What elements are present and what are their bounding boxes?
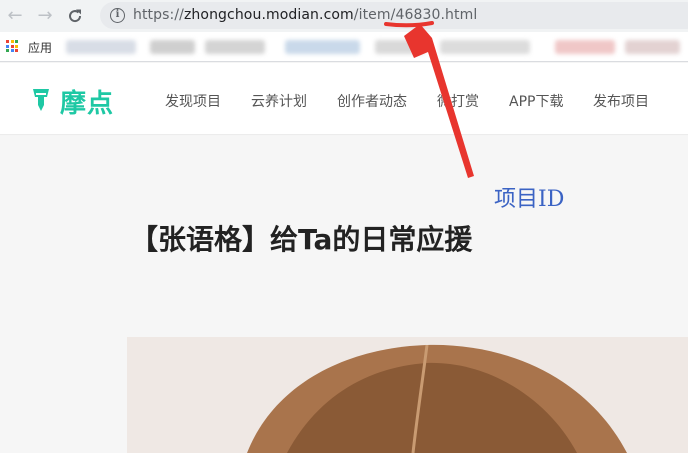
- project-title: 【张语格】给Ta的日常应援: [130, 223, 473, 256]
- modian-logo-icon[interactable]: [30, 85, 52, 113]
- nav-cloud-plan[interactable]: 云养计划: [251, 91, 307, 111]
- browser-window: ← → i https://zhongchou.modian.com/item/…: [0, 0, 688, 453]
- blurred-bookmark[interactable]: [285, 40, 360, 54]
- blurred-bookmark[interactable]: [205, 40, 265, 54]
- reload-glyph: [69, 9, 82, 23]
- url-scheme: https://: [133, 7, 184, 23]
- blurred-bookmark[interactable]: [150, 40, 195, 54]
- site-header: 摩点 发现项目 云养计划 创作者动态 微打赏 APP下载 发布项目: [0, 63, 688, 135]
- bookmarks-bar: 应用: [0, 32, 688, 62]
- back-arrow-icon[interactable]: ←: [2, 3, 28, 29]
- apps-bookmark-label[interactable]: 应用: [28, 39, 52, 56]
- info-icon[interactable]: i: [110, 8, 125, 23]
- blurred-bookmark[interactable]: [375, 40, 425, 54]
- apps-grid-icon[interactable]: [6, 40, 18, 52]
- url-host: zhongchou.modian.com: [183, 7, 354, 23]
- nav-app-download[interactable]: APP下载: [509, 91, 563, 111]
- blurred-bookmark[interactable]: [440, 40, 530, 54]
- forward-arrow-icon[interactable]: →: [32, 3, 58, 29]
- reload-icon[interactable]: [62, 3, 88, 29]
- nav-micro-tip[interactable]: 微打赏: [437, 91, 479, 111]
- project-cover-image[interactable]: [127, 337, 688, 453]
- browser-toolbar: ← → i https://zhongchou.modian.com/item/…: [0, 0, 688, 32]
- annotation-label: 项目ID: [494, 187, 565, 212]
- url-text: https://zhongchou.modian.com/item/46830.…: [133, 7, 477, 23]
- blurred-bookmark[interactable]: [625, 40, 680, 54]
- address-bar[interactable]: i https://zhongchou.modian.com/item/4683…: [100, 2, 688, 29]
- cover-photo-hair: [127, 337, 688, 453]
- url-path: /item/46830.html: [353, 7, 478, 23]
- blurred-bookmark[interactable]: [66, 40, 136, 54]
- site-logo-text[interactable]: 摩点: [60, 83, 114, 120]
- nav-discover-projects[interactable]: 发现项目: [165, 91, 221, 111]
- nav-creator-news[interactable]: 创作者动态: [337, 91, 407, 111]
- blurred-bookmark[interactable]: [555, 40, 615, 54]
- nav-publish-project[interactable]: 发布项目: [593, 91, 649, 111]
- project-content: 【张语格】给Ta的日常应援: [0, 136, 688, 453]
